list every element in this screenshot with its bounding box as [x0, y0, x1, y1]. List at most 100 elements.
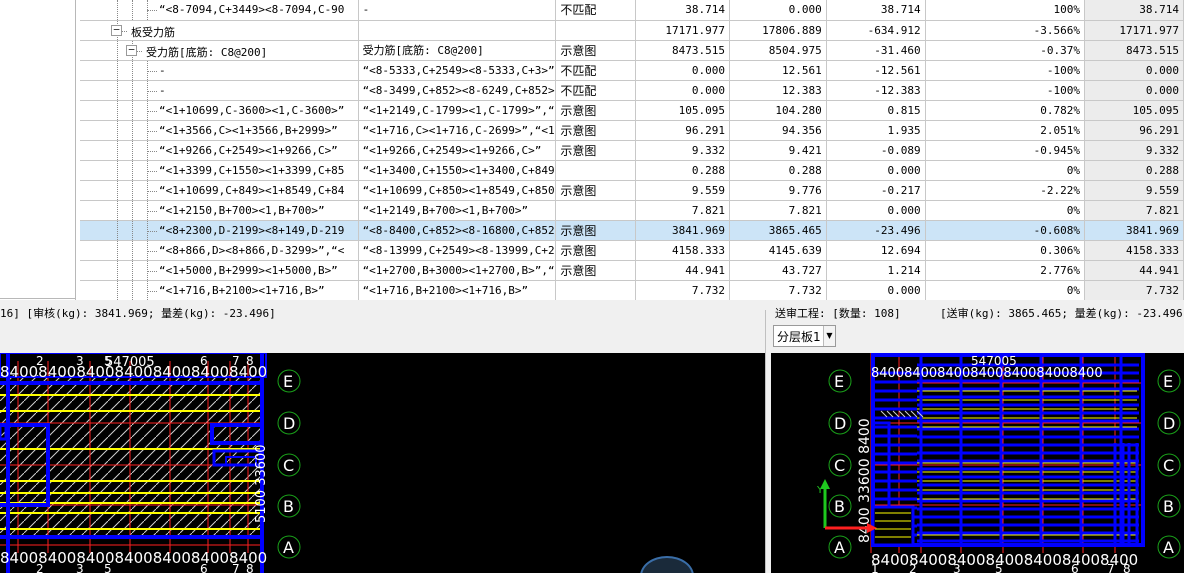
axis-row-label: A	[1163, 538, 1174, 557]
review-value-cell: 0.000	[635, 60, 731, 81]
tree-cell[interactable]: “<1+10699,C-3600><1,C-3600>”	[80, 100, 359, 121]
percent-cell: 100%	[925, 0, 1086, 21]
layer-select[interactable]: 分层板1 ▼	[773, 325, 836, 347]
match-mark-cell[interactable]: 示意图	[555, 100, 636, 121]
column-marker-text: 547005	[971, 354, 1017, 368]
cad-drawing-review[interactable]: 8400840084008400840084008400840084008400…	[0, 353, 765, 573]
table-row[interactable]: “<1+3399,C+1550><1+3399,C+85 “<1+3400,C+1…	[80, 160, 1184, 181]
review-value-cell: 4158.333	[635, 240, 731, 261]
row-label: “<1+716,B+2100><1+716,B>”	[159, 283, 325, 297]
table-row[interactable]: “<8+866,D><8+866,D-3299>”,“< “<8-13999,C+…	[80, 240, 1184, 261]
tree-cell[interactable]: “<1+716,B+2100><1+716,B>”	[80, 280, 359, 301]
axis-col-label: 8	[246, 354, 254, 368]
percent-cell: 0.306%	[925, 240, 1086, 261]
submitted-description-cell: “<1+3400,C+1550><1+3400,C+849	[358, 160, 557, 181]
difference-cell: 12.694	[826, 240, 926, 261]
axis-row-label: E	[834, 372, 844, 391]
total-value-cell: 0.000	[1084, 80, 1184, 101]
top-dimension-text: 8400840084008400840084008400	[871, 366, 1103, 381]
table-row[interactable]: - “<8-3499,C+852><8-6249,C+852>” 不匹配 0.000 1…	[80, 80, 1184, 101]
table-row[interactable]: − 受力筋[底筋: C8@200] 受力筋[底筋: C8@200] 示意图 8473.5…	[80, 40, 1184, 61]
percent-cell: -0.37%	[925, 40, 1086, 61]
table-row[interactable]: “<1+9266,C+2549><1+9266,C>” “<1+9266,C+25…	[80, 140, 1184, 161]
column-marker-text: 547005	[105, 355, 155, 370]
row-label: “<1+9266,C+2549><1+9266,C>”	[159, 143, 338, 157]
match-mark-cell[interactable]	[555, 160, 636, 181]
match-mark-cell[interactable]: 不匹配	[555, 0, 636, 21]
match-mark-cell[interactable]: 示意图	[555, 220, 636, 241]
collapse-toggle-icon[interactable]: −	[126, 44, 137, 56]
submitted-description-cell: “<1+716,C><1+716,C-2699>”,“<1	[358, 120, 557, 141]
hatch-line	[880, 410, 888, 418]
match-mark-cell[interactable]: 示意图	[555, 140, 636, 161]
tree-cell[interactable]: “<8+2300,D-2199><8+149,D-219	[80, 220, 359, 241]
right-dimension-text: 5100 33600	[254, 444, 269, 523]
tree-cell[interactable]: − 受力筋[底筋: C8@200]	[80, 40, 359, 61]
match-mark-cell[interactable]: 不匹配	[555, 80, 636, 101]
table-row[interactable]: − 板受力筋 17171.977 17806.889 -634.912 -3.566% 17…	[80, 20, 1184, 41]
tree-cell[interactable]: “<8+866,D><8+866,D-3299>”,“<	[80, 240, 359, 261]
table-row[interactable]: “<1+10699,C-3600><1,C-3600>” “<1+2149,C-1…	[80, 100, 1184, 121]
cad-view-review[interactable]: 8400840084008400840084008400 840084008400…	[0, 353, 765, 573]
axis-col-label: 8	[1123, 562, 1131, 573]
tree-cell[interactable]: -	[80, 80, 359, 101]
row-label: “<1+2150,B+700><1,B+700>”	[159, 203, 325, 217]
table-row[interactable]: “<1+5000,B+2999><1+5000,B>” “<1+2700,B+30…	[80, 260, 1184, 281]
collapse-toggle-icon[interactable]: −	[111, 24, 122, 36]
match-mark-cell[interactable]: 示意图	[555, 120, 636, 141]
hatch-line	[898, 410, 906, 418]
match-mark-cell[interactable]: 示意图	[555, 240, 636, 261]
hatch-line	[886, 410, 894, 418]
match-mark-cell[interactable]	[555, 20, 636, 41]
submitted-value-cell: 9.421	[729, 140, 827, 161]
table-row[interactable]: “<8-7094,C+3449><8-7094,C-90- 不匹配 38.714 0.…	[80, 0, 1184, 21]
row-label: “<1+10699,C-3600><1,C-3600>”	[159, 103, 345, 117]
axis-col-label: 5	[104, 562, 112, 573]
chevron-down-icon[interactable]: ▼	[823, 326, 835, 346]
tree-cell[interactable]: “<8-7094,C+3449><8-7094,C-90	[80, 0, 359, 21]
axis-col-label: 5	[104, 354, 112, 368]
tree-cell[interactable]: “<1+2150,B+700><1,B+700>”	[80, 200, 359, 221]
difference-cell: -12.383	[826, 80, 926, 101]
submitted-description-cell: 受力筋[底筋: C8@200]	[358, 40, 557, 61]
total-value-cell: 7.732	[1084, 280, 1184, 301]
tree-cell[interactable]: “<1+3566,C><1+3566,B+2999>”	[80, 120, 359, 141]
submitted-description-cell: “<1+2149,B+700><1,B+700>”	[358, 200, 557, 221]
submitted-summary-text: [送审(kg): 3865.465; 量差(kg): -23.496]	[940, 307, 1184, 320]
submitted-value-cell: 3865.465	[729, 220, 827, 241]
hatch-line	[892, 410, 900, 418]
table-row[interactable]: “<1+3566,C><1+3566,B+2999>” “<1+716,C><1+…	[80, 120, 1184, 141]
tree-cell[interactable]: -	[80, 60, 359, 81]
axis-row-label: A	[283, 538, 294, 557]
match-mark-cell[interactable]	[555, 200, 636, 221]
match-mark-cell[interactable]: 示意图	[555, 260, 636, 281]
difference-cell: 0.000	[826, 200, 926, 221]
cad-view-submitted[interactable]: 8400840084008400840084008400 840084008400…	[771, 353, 1184, 573]
match-mark-cell[interactable]: 示意图	[555, 180, 636, 201]
difference-cell: 1.214	[826, 260, 926, 281]
table-row[interactable]: - “<8-5333,C+2549><8-5333,C+3>” 不匹配 0.000 12…	[80, 60, 1184, 81]
review-value-cell: 17171.977	[635, 20, 731, 41]
axis-col-label: 7	[232, 354, 240, 368]
match-mark-cell[interactable]: 示意图	[555, 40, 636, 61]
table-row[interactable]: “<1+10699,C+849><1+8549,C+84 “<1+10699,C+…	[80, 180, 1184, 201]
table-row[interactable]: “<1+716,B+2100><1+716,B>” “<1+716,B+2100>…	[80, 280, 1184, 301]
submitted-description-cell	[358, 20, 557, 41]
match-mark-cell[interactable]: 不匹配	[555, 60, 636, 81]
tree-cell[interactable]: “<1+3399,C+1550><1+3399,C+85	[80, 160, 359, 181]
tree-cell[interactable]: “<1+10699,C+849><1+8549,C+84	[80, 180, 359, 201]
total-value-cell: 44.941	[1084, 260, 1184, 281]
tree-cell[interactable]: “<1+9266,C+2549><1+9266,C>”	[80, 140, 359, 161]
table-row[interactable]: “<1+2150,B+700><1,B+700>” “<1+2149,B+700>…	[80, 200, 1184, 221]
tree-cell[interactable]: “<1+5000,B+2999><1+5000,B>”	[80, 260, 359, 281]
hatch-line	[904, 410, 912, 418]
match-mark-cell[interactable]	[555, 280, 636, 301]
tree-cell[interactable]: − 板受力筋	[80, 20, 359, 41]
cad-drawing-submitted[interactable]: 8400840084008400840084008400840084008400…	[771, 353, 1184, 573]
pane-splitter[interactable]	[765, 310, 770, 573]
review-value-cell: 9.559	[635, 180, 731, 201]
total-value-cell: 8473.515	[1084, 40, 1184, 61]
difference-cell: 0.000	[826, 280, 926, 301]
table-row[interactable]: “<8+2300,D-2199><8+149,D-219 “<8-8400,C+8…	[80, 220, 1184, 241]
axis-col-label: 3	[76, 562, 84, 573]
